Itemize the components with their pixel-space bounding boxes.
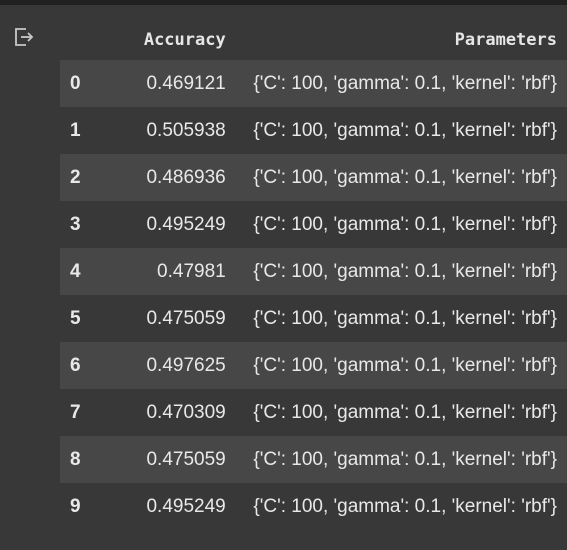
table-row: 6 0.497625 {'C': 100, 'gamma': 0.1, 'kerne… (60, 342, 567, 389)
table-row: 9 0.495249 {'C': 100, 'gamma': 0.1, 'kerne… (60, 483, 567, 530)
accuracy-cell: 0.495249 (91, 201, 244, 248)
row-index: 6 (60, 342, 92, 389)
table-row: 0 0.469121 {'C': 100, 'gamma': 0.1, 'kerne… (60, 60, 567, 107)
output-gutter (0, 5, 56, 550)
parameters-cell: {'C': 100, 'gamma': 0.1, 'kernel': 'rbf'… (243, 389, 567, 436)
table-row: 7 0.470309 {'C': 100, 'gamma': 0.1, 'kerne… (60, 389, 567, 436)
table-row: 2 0.486936 {'C': 100, 'gamma': 0.1, 'kerne… (60, 154, 567, 201)
output-area: Accuracy Parameters 0 0.469121 {'C': 100, … (56, 5, 567, 550)
results-dataframe: Accuracy Parameters 0 0.469121 {'C': 100, … (60, 20, 567, 530)
parameters-cell: {'C': 100, 'gamma': 0.1, 'kernel': 'rbf'… (243, 436, 567, 483)
parameters-cell: {'C': 100, 'gamma': 0.1, 'kernel': 'rbf'… (243, 295, 567, 342)
accuracy-cell: 0.475059 (91, 295, 244, 342)
output-cell-icon[interactable] (12, 25, 36, 49)
table-row: 8 0.475059 {'C': 100, 'gamma': 0.1, 'kerne… (60, 436, 567, 483)
header-parameters: Parameters (454, 30, 557, 50)
header-accuracy: Accuracy (143, 30, 226, 50)
parameters-cell: {'C': 100, 'gamma': 0.1, 'kernel': 'rbf'… (243, 201, 567, 248)
row-index: 5 (60, 295, 92, 342)
accuracy-cell: 0.486936 (91, 154, 244, 201)
accuracy-cell: 0.497625 (91, 342, 244, 389)
parameters-cell: {'C': 100, 'gamma': 0.1, 'kernel': 'rbf'… (243, 107, 567, 154)
row-index: 7 (60, 389, 92, 436)
row-index: 2 (60, 154, 92, 201)
accuracy-cell: 0.470309 (91, 389, 244, 436)
row-index: 8 (60, 436, 92, 483)
table-row: 4 0.47981 {'C': 100, 'gamma': 0.1, 'kernel… (60, 248, 567, 295)
accuracy-cell: 0.505938 (91, 107, 244, 154)
accuracy-cell: 0.475059 (91, 436, 244, 483)
table-row: 5 0.475059 {'C': 100, 'gamma': 0.1, 'kerne… (60, 295, 567, 342)
row-index: 1 (60, 107, 92, 154)
table-row: 3 0.495249 {'C': 100, 'gamma': 0.1, 'kerne… (60, 201, 567, 248)
row-index: 9 (60, 483, 92, 530)
row-index: 0 (60, 60, 92, 107)
header-index (60, 20, 92, 60)
parameters-cell: {'C': 100, 'gamma': 0.1, 'kernel': 'rbf'… (243, 483, 567, 530)
accuracy-cell: 0.47981 (91, 248, 244, 295)
row-index: 4 (60, 248, 92, 295)
table-row: 1 0.505938 {'C': 100, 'gamma': 0.1, 'kerne… (60, 107, 567, 154)
parameters-cell: {'C': 100, 'gamma': 0.1, 'kernel': 'rbf'… (243, 342, 567, 389)
header-row: Accuracy Parameters (60, 20, 567, 60)
parameters-cell: {'C': 100, 'gamma': 0.1, 'kernel': 'rbf'… (243, 154, 567, 201)
accuracy-cell: 0.469121 (91, 60, 244, 107)
parameters-cell: {'C': 100, 'gamma': 0.1, 'kernel': 'rbf'… (243, 248, 567, 295)
parameters-cell: {'C': 100, 'gamma': 0.1, 'kernel': 'rbf'… (243, 60, 567, 107)
accuracy-cell: 0.495249 (91, 483, 244, 530)
row-index: 3 (60, 201, 92, 248)
